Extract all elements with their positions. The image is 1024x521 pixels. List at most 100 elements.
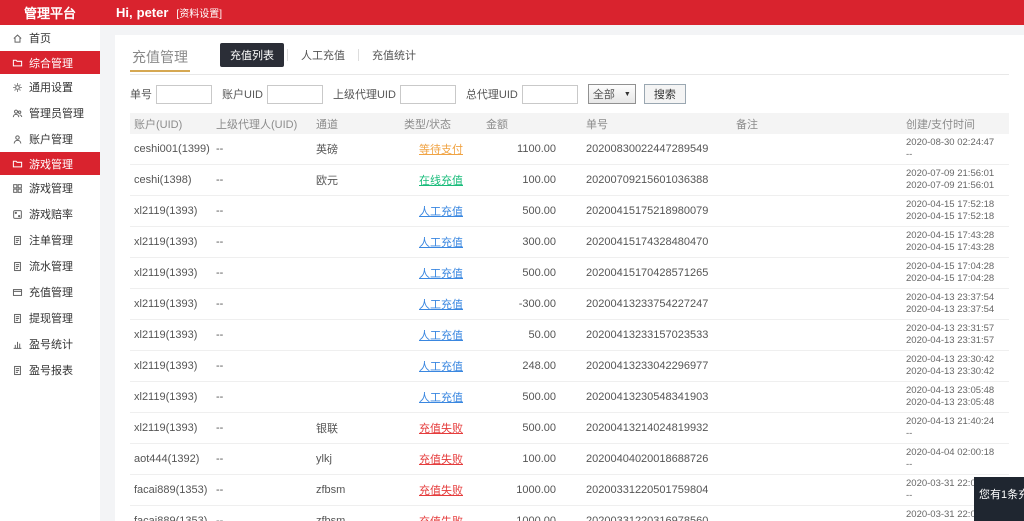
top-bar: 管理平台 Hi, peter [资料设置] — [0, 0, 1024, 25]
sidebar-section-game[interactable]: 游戏管理 — [0, 152, 100, 175]
card-header: 充值管理 充值列表 人工充值 充值统计 — [130, 43, 1009, 75]
status-link[interactable]: 充值失败 — [419, 454, 463, 466]
sidebar-item-label: 首页 — [29, 33, 51, 45]
account-cell: ceshi001(1399) — [130, 134, 212, 165]
tab-recharge-stats[interactable]: 充值统计 — [362, 43, 426, 67]
created-time: 2020-04-15 17:52:18 — [906, 199, 995, 210]
status-link[interactable]: 充值失败 — [419, 423, 463, 435]
status-link[interactable]: 充值失败 — [419, 516, 463, 521]
greeting-text: Hi, — [116, 5, 133, 20]
sidebar-section-label: 综合管理 — [29, 57, 73, 70]
sidebar-item-account-management[interactable]: 账户管理 — [0, 126, 100, 152]
table-row: xl2119(1393) -- 人工充值 300.00 202004151743… — [130, 226, 1009, 258]
agent-uid-input[interactable] — [399, 84, 456, 104]
table-header-row: 账户(UID) 上级代理人(UID) 通道 类型/状态 金额 单号 备注 创建/… — [130, 113, 1009, 134]
order-cell: 20200413233754227247 — [582, 288, 732, 320]
sidebar-item-home[interactable]: 首页 — [0, 25, 100, 51]
doc-icon — [12, 365, 23, 376]
home-icon — [12, 33, 23, 44]
order-cell: 20200415170428571265 — [582, 257, 732, 289]
amount-cell: 500.00 — [482, 412, 582, 444]
remark-cell — [732, 226, 902, 258]
agent-cell: -- — [212, 474, 312, 506]
sidebar-item-recharge-management[interactable]: 充值管理 — [0, 279, 100, 305]
created-time: 2020-07-09 21:56:01 — [906, 168, 995, 179]
status-select-value: 全部 — [592, 89, 615, 101]
agent-cell: -- — [212, 288, 312, 320]
folder-icon — [12, 57, 23, 68]
sidebar-item-game-management[interactable]: 游戏管理 — [0, 175, 100, 201]
order-cell: 20200830022447289549 — [582, 134, 732, 165]
admins-icon — [12, 108, 23, 119]
status-link[interactable]: 人工充值 — [419, 392, 463, 404]
status-link[interactable]: 充值失败 — [419, 485, 463, 497]
sidebar-item-profit-report[interactable]: 盈号报表 — [0, 357, 100, 383]
order-cell: 20200415175218980079 — [582, 195, 732, 227]
sidebar-item-profit-stats[interactable]: 盈号统计 — [0, 331, 100, 357]
channel-cell — [312, 257, 400, 289]
status-link[interactable]: 人工充值 — [419, 330, 463, 342]
sidebar-item-turnover-management[interactable]: 流水管理 — [0, 253, 100, 279]
search-button[interactable]: 搜索 — [643, 84, 686, 104]
type-cell: 充值失败 — [400, 474, 482, 506]
status-select[interactable]: 全部 ▼ — [587, 84, 636, 104]
tab-recharge-list[interactable]: 充值列表 — [220, 43, 284, 67]
paid-time: -- — [906, 459, 913, 470]
status-link[interactable]: 人工充值 — [419, 299, 463, 311]
table-row: xl2119(1393) -- 人工充值 50.00 2020041323315… — [130, 319, 1009, 351]
agent-cell: -- — [212, 505, 312, 521]
order-no-input[interactable] — [156, 84, 212, 104]
top-agent-uid-input[interactable] — [521, 84, 578, 104]
recharge-notification-toast[interactable]: 您有1条充 — [974, 477, 1024, 521]
channel-cell: 英磅 — [312, 134, 400, 165]
status-link[interactable]: 在线充值 — [419, 175, 463, 187]
sidebar-item-label: 盈号报表 — [29, 365, 73, 377]
status-link[interactable]: 人工充值 — [419, 268, 463, 280]
account-uid-input[interactable] — [266, 84, 323, 104]
status-link[interactable]: 等待支付 — [419, 144, 463, 156]
sidebar-item-admin-management[interactable]: 管理员管理 — [0, 100, 100, 126]
paid-time: 2020-04-13 23:30:42 — [906, 366, 995, 377]
created-time: 2020-04-04 02:00:18 — [906, 447, 995, 458]
account-cell: xl2119(1393) — [130, 226, 212, 258]
channel-cell — [312, 350, 400, 382]
channel-cell: 欧元 — [312, 164, 400, 196]
account-cell: xl2119(1393) — [130, 381, 212, 413]
status-link[interactable]: 人工充值 — [419, 206, 463, 218]
amount-cell: 100.00 — [482, 443, 582, 475]
status-link[interactable]: 人工充值 — [419, 361, 463, 373]
sidebar-item-general-settings[interactable]: 通用设置 — [0, 74, 100, 100]
remark-cell — [732, 443, 902, 475]
account-cell: ceshi(1398) — [130, 164, 212, 196]
sidebar-item-label: 流水管理 — [29, 261, 73, 273]
sidebar-item-withdraw-management[interactable]: 提现管理 — [0, 305, 100, 331]
order-cell: 20200413230548341903 — [582, 381, 732, 413]
agent-cell: -- — [212, 195, 312, 227]
sidebar-section-general[interactable]: 综合管理 — [0, 51, 100, 74]
channel-cell: zfbsm — [312, 505, 400, 521]
sidebar-item-label: 充值管理 — [29, 287, 73, 299]
grid-icon — [12, 183, 23, 194]
paid-time: 2020-04-13 23:37:54 — [906, 304, 995, 315]
account-cell: xl2119(1393) — [130, 350, 212, 382]
remark-cell — [732, 381, 902, 413]
profile-settings-link[interactable]: [资料设置] — [176, 5, 222, 20]
sidebar-item-game-odds[interactable]: 游戏赔率 — [0, 201, 100, 227]
order-cell: 20200331220501759804 — [582, 474, 732, 506]
doc-icon — [12, 313, 23, 324]
account-cell: facai889(1353) — [130, 474, 212, 506]
amount-cell: 1000.00 — [482, 505, 582, 521]
recharge-card: 充值管理 充值列表 人工充值 充值统计 单号 账户UID 上级代理UID 总代理… — [115, 35, 1024, 521]
status-link[interactable]: 人工充值 — [419, 237, 463, 249]
type-cell: 人工充值 — [400, 288, 482, 320]
order-cell: 20200413233042296977 — [582, 350, 732, 382]
order-no-label: 单号 — [130, 89, 152, 101]
type-cell: 充值失败 — [400, 443, 482, 475]
created-time: 2020-08-30 02:24:47 — [906, 137, 995, 148]
remark-cell — [732, 505, 902, 521]
sidebar-item-bet-management[interactable]: 注单管理 — [0, 227, 100, 253]
tab-divider — [358, 49, 359, 61]
agent-cell: -- — [212, 381, 312, 413]
tab-manual-recharge[interactable]: 人工充值 — [291, 43, 355, 67]
sidebar-item-label: 提现管理 — [29, 313, 73, 325]
